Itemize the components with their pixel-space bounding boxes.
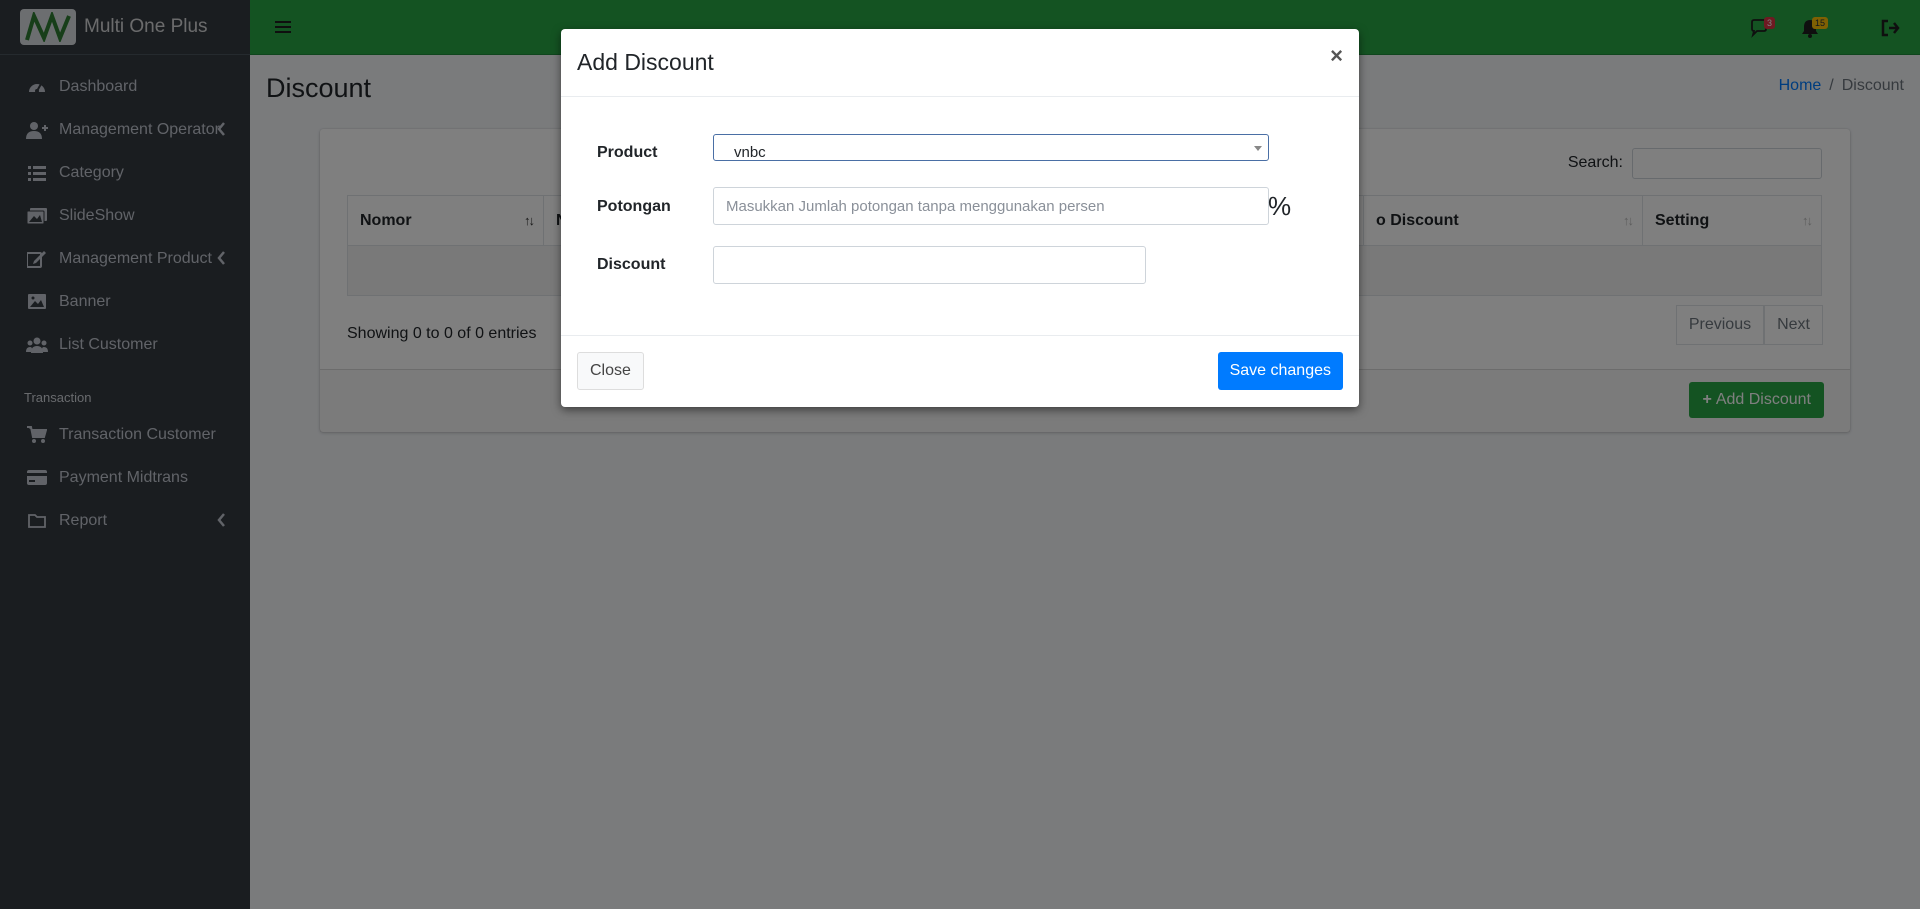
potongan-label: Potongan (597, 198, 671, 215)
save-changes-button[interactable]: Save changes (1217, 352, 1343, 390)
modal-footer: Close Save changes (561, 335, 1359, 407)
modal-header: Add Discount × (561, 29, 1359, 97)
add-discount-modal: Add Discount × Product vnbc Potongan % D… (561, 29, 1359, 407)
chevron-down-icon (1254, 146, 1262, 151)
product-select[interactable]: vnbc (713, 134, 1269, 161)
product-select-value: vnbc (734, 144, 766, 161)
modal-title: Add Discount (577, 49, 714, 75)
discount-label: Discount (597, 256, 666, 273)
close-button[interactable]: Close (577, 352, 644, 390)
close-icon[interactable]: × (1330, 45, 1343, 67)
potongan-input[interactable] (713, 187, 1269, 225)
discount-input[interactable] (713, 246, 1146, 284)
percent-suffix: % (1268, 191, 1292, 221)
product-label: Product (597, 144, 658, 161)
